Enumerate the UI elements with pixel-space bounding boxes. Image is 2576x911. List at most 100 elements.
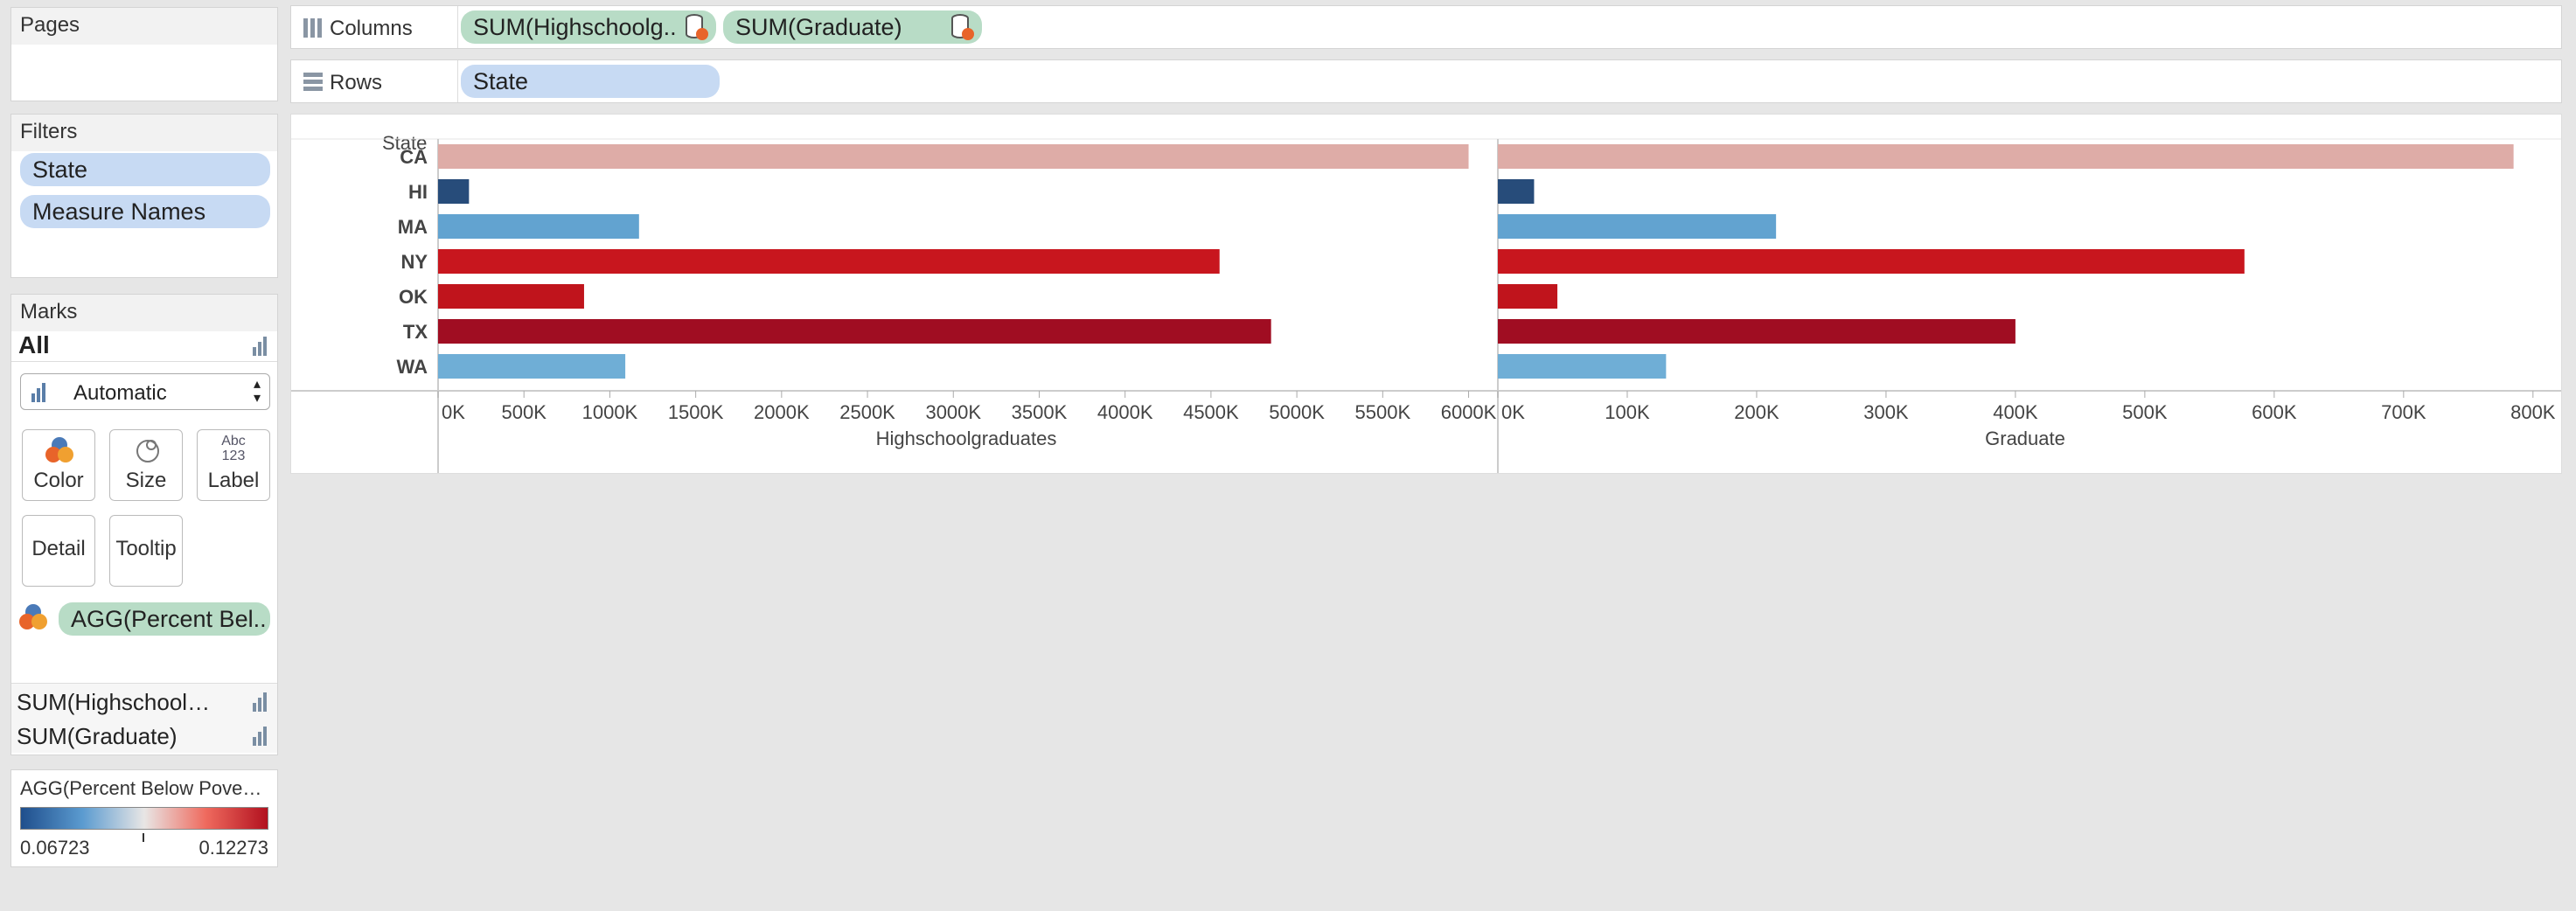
rows-shelf[interactable]: Rows State [290,59,2562,103]
axis-title-highschoolgraduates: Highschoolgraduates [876,428,1057,449]
tick-label: 400K [1993,401,2038,423]
color-icon [45,437,73,462]
bar-highschoolgraduates-ma [438,214,639,239]
tick-label: 300K [1863,401,1909,423]
bar-graduate-ma [1498,214,1777,239]
size-icon [136,440,159,462]
mark-type-value: Automatic [73,381,167,405]
tooltip-card[interactable]: Tooltip [109,515,183,587]
legend-marker [143,833,144,842]
legend-gradient[interactable] [20,807,268,830]
bar-graduate-tx [1498,319,2016,344]
bar-highschoolgraduates-wa [438,354,626,379]
label-card-label: Label [207,469,260,492]
tick-label: 0K [1501,401,1525,423]
axis-title-graduate: Graduate [1985,428,2065,449]
pages-panel: Pages [10,7,278,101]
pages-title: Pages [11,8,277,45]
color-card-label: Color [33,469,84,492]
marks-title: Marks [11,295,277,331]
bar-chart: CA HI MA NY OK TX WA 0K 500K 1000K 1500K 2000K 2500K… [291,138,2561,473]
tick-label: 3500K [1012,401,1068,423]
marks-panel: Marks All Automatic ▴ ▾ Color Size Abc 123… [10,294,278,755]
measure-highschool-label: SUM(Highschool… [17,689,211,715]
bar-chart-icon [251,692,267,712]
mark-type-select[interactable]: Automatic ▴ ▾ [20,373,270,410]
row-label-wa: WA [397,356,428,378]
color-icon [19,604,47,629]
columns-icon [303,18,323,42]
filters-panel: Filters State Measure Names [10,114,278,278]
marks-all-row[interactable]: All [11,330,277,362]
tick-label: 4000K [1097,401,1153,423]
bar-chart-icon [31,383,45,402]
size-card-label: Size [125,469,167,492]
rows-icon [303,73,323,96]
tick-label: 5000K [1269,401,1325,423]
tick-label: 2500K [839,401,895,423]
row-label-hi: HI [408,181,428,203]
measure-row-highschool[interactable]: SUM(Highschool… [11,683,277,720]
bar-graduate-hi [1498,179,1535,204]
tick-label: 800K [2510,401,2556,423]
color-card[interactable]: Color [22,429,95,501]
row-label-ca: CA [400,146,428,168]
filters-title: Filters [11,115,277,151]
columns-label: Columns [330,17,413,40]
legend-title: AGG(Percent Below Pove… [20,777,262,799]
bar-highschoolgraduates-ok [438,284,584,309]
size-card[interactable]: Size [109,429,183,501]
bar-chart-icon [251,337,267,356]
updown-arrow-icon: ▴ ▾ [253,377,261,406]
filter-state[interactable]: State [20,153,270,186]
detail-card[interactable]: Detail [22,515,95,587]
bar-highschoolgraduates-hi [438,179,470,204]
tick-label: 4500K [1183,401,1239,423]
detail-card-label: Detail [31,537,86,560]
measure-row-graduate[interactable]: SUM(Graduate) [11,718,277,753]
legend-min: 0.06723 [20,837,90,859]
tick-label: 700K [2381,401,2426,423]
tick-label: 1500K [668,401,724,423]
color-legend: AGG(Percent Below Pove… 0.06723 0.12273 [10,769,278,867]
row-label-ok: OK [399,286,428,308]
bar-graduate-wa [1498,354,1667,379]
database-icon [686,14,708,40]
bar-graduate-ny [1498,249,2245,274]
label-icon: Abc 123 [221,434,246,463]
row-label-ny: NY [400,251,428,273]
chart-area: State CA HI MA NY OK TX WA 0K 500K 1000K 1500K 2000… [290,114,2562,474]
tick-label: 3000K [925,401,981,423]
tick-label: 2000K [754,401,810,423]
color-field-pill[interactable]: AGG(Percent Bel.. [59,602,270,636]
columns-pill-graduate[interactable]: SUM(Graduate) [723,10,982,44]
columns-pill-highschool[interactable]: SUM(Highschoolg.. [461,10,716,44]
tooltip-card-label: Tooltip [115,537,177,560]
row-label-tx: TX [403,321,428,343]
bar-highschoolgraduates-ca [438,144,1469,169]
label-card[interactable]: Abc 123 Label [197,429,270,501]
tick-label: 5500K [1355,401,1411,423]
bar-chart-icon [251,727,267,746]
measure-graduate-label: SUM(Graduate) [17,723,178,749]
tick-label: 6000K [1441,401,1497,423]
marks-all-label: All [18,331,50,358]
columns-shelf[interactable]: Columns SUM(Highschoolg.. SUM(Graduate) [290,5,2562,49]
row-label-ma: MA [398,216,428,238]
shelf-divider [457,60,458,102]
tick-label: 500K [2122,401,2168,423]
tick-label: 200K [1734,401,1779,423]
tick-label: 600K [2252,401,2297,423]
tick-label: 1000K [582,401,638,423]
filter-measure-names[interactable]: Measure Names [20,195,270,228]
bar-graduate-ok [1498,284,1558,309]
database-icon [951,14,974,40]
shelf-divider [457,6,458,48]
bar-graduate-ca [1498,144,2514,169]
rows-pill-state[interactable]: State [461,65,720,98]
tick-label: 100K [1605,401,1650,423]
bar-highschoolgraduates-ny [438,249,1220,274]
tick-label: 500K [502,401,547,423]
rows-label: Rows [330,71,383,94]
tick-label: 0K [442,401,465,423]
